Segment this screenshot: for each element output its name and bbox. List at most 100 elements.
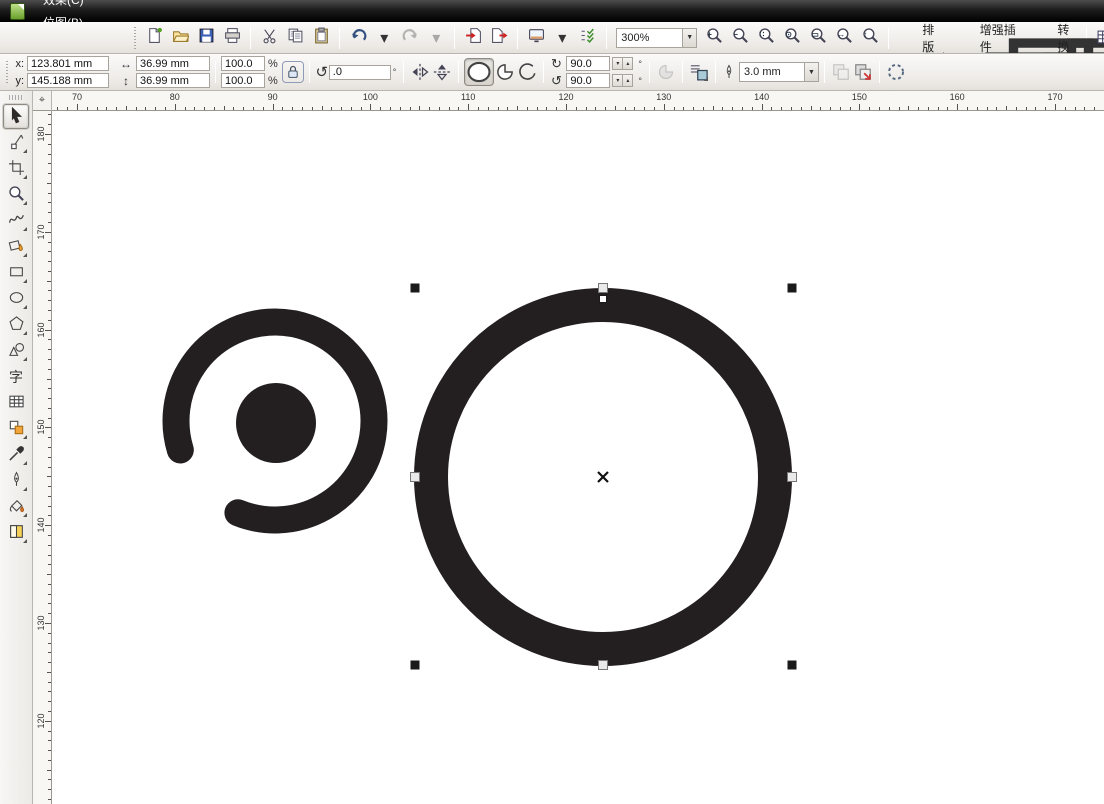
docker-plugins[interactable]: 增强插件	[952, 22, 1024, 54]
end-angle-spinner[interactable]: ▾▴	[613, 74, 633, 87]
selection-corner-handle[interactable]	[788, 284, 797, 293]
docker-typesetting[interactable]: 排版	[894, 22, 946, 54]
rotation-icon: ↺	[315, 63, 329, 81]
zoom-selected-button[interactable]: ⊙	[779, 26, 805, 50]
toolbox-grip[interactable]	[9, 95, 23, 100]
end-angle-field[interactable]: 90.0	[566, 73, 610, 88]
selection-center-mark[interactable]	[598, 472, 608, 482]
scale-h-field[interactable]: 100.0	[221, 56, 265, 71]
export-button[interactable]	[486, 26, 512, 50]
table-tool[interactable]	[3, 390, 29, 415]
ellipse-tool[interactable]	[3, 286, 29, 311]
wrap-paragraph-text-button[interactable]	[688, 61, 710, 83]
pick-tool[interactable]	[3, 104, 29, 129]
polygon-icon	[8, 315, 25, 335]
crop-tool[interactable]	[3, 156, 29, 181]
smart-fill-tool[interactable]	[3, 234, 29, 259]
interactive-fill-tool[interactable]	[3, 520, 29, 545]
selection-mid-handle[interactable]	[599, 661, 608, 670]
ellipse-icon	[465, 54, 493, 91]
rectangle-tool[interactable]	[3, 260, 29, 285]
shape-tool[interactable]	[3, 130, 29, 155]
arc-mode-button[interactable]	[516, 61, 538, 83]
import-button[interactable]	[460, 26, 486, 50]
undo-button[interactable]	[345, 26, 371, 50]
x-position-field[interactable]: 123.801 mm	[27, 56, 109, 71]
selection-mid-handle[interactable]	[788, 473, 797, 482]
redo-button[interactable]	[397, 26, 423, 50]
save-button[interactable]	[193, 26, 219, 50]
propbar-grip[interactable]	[4, 61, 10, 83]
macro-manager-button[interactable]	[1092, 26, 1104, 50]
bucket-icon	[8, 497, 25, 517]
drawing-canvas[interactable]	[52, 111, 1104, 804]
new-button[interactable]	[141, 26, 167, 50]
arc-direction-button[interactable]	[655, 61, 677, 83]
outline-width-combo[interactable]: 3.0 mm ▼	[739, 62, 819, 82]
mirror-vertical-button[interactable]	[431, 61, 453, 83]
freehand-tool[interactable]	[3, 208, 29, 233]
outline-pen-tool[interactable]	[3, 468, 29, 493]
to-back-button[interactable]	[852, 61, 874, 83]
rotation-angle-field[interactable]: .0	[329, 65, 391, 80]
center-dot-shape[interactable]	[236, 383, 316, 463]
open-button[interactable]	[167, 26, 193, 50]
convert-to-curves-button[interactable]	[885, 61, 907, 83]
glyph-icon: ▾	[558, 28, 566, 48]
polygon-tool[interactable]	[3, 312, 29, 337]
selection-mid-handle[interactable]	[411, 473, 420, 482]
pie-mode-button[interactable]	[494, 61, 516, 83]
selection-mid-handle[interactable]	[599, 284, 608, 293]
vertical-ruler[interactable]: 180170160150140130120	[33, 111, 52, 804]
ellipse-node-handle[interactable]	[600, 296, 607, 303]
text-tool[interactable]: 字	[3, 364, 29, 389]
floppy-icon	[198, 27, 215, 49]
redo-dropdown[interactable]: ▾	[423, 26, 449, 50]
selection-corner-handle[interactable]	[788, 661, 797, 670]
cut-button[interactable]	[256, 26, 282, 50]
eyedropper-tool[interactable]	[3, 442, 29, 467]
ellipse-mode-button[interactable]	[464, 58, 494, 86]
selection-corner-handle[interactable]	[411, 661, 420, 670]
mirror-horizontal-button[interactable]	[409, 61, 431, 83]
launcher-dropdown[interactable]: ▾	[549, 26, 575, 50]
selection-corner-handle[interactable]	[411, 284, 420, 293]
y-position-field[interactable]: 145.188 mm	[27, 73, 109, 88]
zoom-page-height-button[interactable]: ↕	[857, 26, 883, 50]
zoom-in-button[interactable]: +	[701, 26, 727, 50]
fill-tool[interactable]	[3, 494, 29, 519]
docker-convert[interactable]: 转换	[1029, 22, 1081, 54]
object-height-field[interactable]: 36.99 mm	[136, 73, 210, 88]
scale-v-field[interactable]: 100.0	[221, 73, 265, 88]
zoom-combo-arrow-icon[interactable]: ▼	[682, 29, 696, 47]
undo-dropdown[interactable]: ▾	[371, 26, 397, 50]
interactive-blend-tool[interactable]	[3, 416, 29, 441]
horizontal-ruler[interactable]: 708090100110120130140150160170	[52, 91, 1104, 111]
copy-button[interactable]	[282, 26, 308, 50]
ruler-origin-corner[interactable]: ⌖	[33, 91, 52, 111]
outline-combo-arrow-icon[interactable]: ▼	[804, 63, 818, 81]
zoom-marquee-button[interactable]: ∷	[753, 26, 779, 50]
zoom-all-button[interactable]: ▭	[805, 26, 831, 50]
toolbar-grip[interactable]	[132, 27, 137, 49]
zoom-level-combo[interactable]: 300% ▼	[616, 28, 697, 48]
property-bar: x: 123.801 mm y: 145.188 mm ↔ 36.99 mm ↕…	[0, 54, 1104, 91]
start-angle-field[interactable]: 90.0	[566, 56, 610, 71]
docker-icon	[959, 29, 976, 46]
menu-effects[interactable]: 效果(C)	[33, 0, 96, 11]
to-front-button[interactable]	[830, 61, 852, 83]
application-launcher-button[interactable]	[523, 26, 549, 50]
basic-shapes-tool[interactable]	[3, 338, 29, 363]
start-angle-spinner[interactable]: ▾▴	[613, 57, 633, 70]
zoom-tool[interactable]	[3, 182, 29, 207]
undo-icon	[350, 27, 367, 49]
menu-bar: 文件(F)编辑(E)视图(V)版面(L)排列(A)效果(C)位图(B)文本(X)…	[0, 0, 1104, 22]
paste-button[interactable]	[308, 26, 334, 50]
print-button[interactable]	[219, 26, 245, 50]
blend-icon	[8, 419, 25, 439]
snap-options-button[interactable]	[575, 26, 601, 50]
zoom-out-button[interactable]: −	[727, 26, 753, 50]
lock-ratio-button[interactable]	[282, 61, 304, 83]
zoom-page-width-button[interactable]: ↔	[831, 26, 857, 50]
object-width-field[interactable]: 36.99 mm	[136, 56, 210, 71]
